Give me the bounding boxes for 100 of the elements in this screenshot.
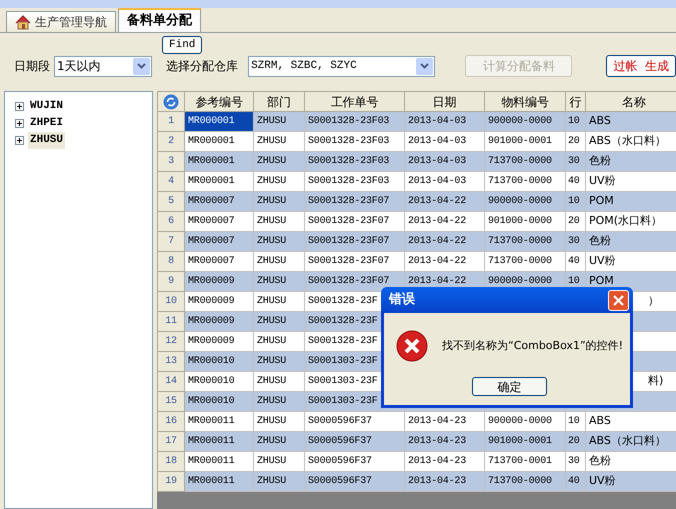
expand-icon[interactable] [15, 136, 24, 145]
row-number: 8 [158, 252, 184, 272]
table-cell: MR000011 [184, 432, 254, 452]
table-cell: 2013-04-23 [404, 472, 484, 492]
table-cell: 900000-0000 [484, 112, 566, 132]
table-cell: MR000011 [184, 452, 254, 472]
row-number: 16 [158, 412, 184, 432]
table-cell: UV粉 [586, 252, 676, 272]
table-cell: 713700-0000 [484, 232, 566, 252]
table-cell: S0001328-23F07 [304, 212, 404, 232]
close-button[interactable] [608, 290, 629, 310]
column-header[interactable]: 行 [566, 92, 586, 112]
table-cell: ZHUSU [254, 192, 304, 212]
table-cell: 2013-04-22 [404, 252, 484, 272]
table-cell: 2013-04-23 [404, 452, 484, 472]
table-cell: ZHUSU [254, 132, 304, 152]
expand-icon[interactable] [15, 102, 24, 111]
row-number: 10 [158, 292, 184, 312]
table-cell: ZHUSU [254, 252, 304, 272]
table-cell: MR000009 [184, 332, 254, 352]
tree-item[interactable]: WUJIN [28, 98, 66, 115]
row-number: 2 [158, 132, 184, 152]
row-number: 18 [158, 452, 184, 472]
table-cell: S0000596F37 [304, 472, 404, 492]
column-header[interactable]: 工作单号 [304, 92, 404, 112]
table-cell: ZHUSU [254, 272, 304, 292]
table-cell: ZHUSU [254, 112, 304, 132]
table-cell: S0001328-23F07 [304, 252, 404, 272]
table-cell: POM [586, 192, 676, 212]
table-cell: MR000007 [184, 232, 254, 252]
error-message: 找不到名称为“ComboBox1”的控件! [442, 338, 624, 354]
row-number: 19 [158, 472, 184, 492]
column-header[interactable]: 部门 [254, 92, 304, 112]
table-cell: S0000596F37 [304, 412, 404, 432]
table-cell: S0001328-23F07 [304, 232, 404, 252]
expand-icon[interactable] [15, 119, 24, 128]
row-number: 3 [158, 152, 184, 172]
row-number: 14 [158, 372, 184, 392]
table-cell: S0000596F37 [304, 432, 404, 452]
table-cell: 901000-0001 [484, 432, 566, 452]
table-cell: 色粉 [586, 232, 676, 252]
ok-button[interactable]: 确定 [472, 377, 547, 396]
row-number: 13 [158, 352, 184, 372]
table-cell: ABS [586, 412, 676, 432]
table-cell: 901000-0000 [484, 212, 566, 232]
table-cell: MR000010 [184, 352, 254, 372]
table-cell: ZHUSU [254, 232, 304, 252]
table-cell: S0001328-23F03 [304, 132, 404, 152]
table-cell: 色粉 [586, 152, 676, 172]
table-cell: MR000010 [184, 372, 254, 392]
dropdown-icon[interactable] [133, 58, 150, 74]
table-cell: 2013-04-22 [404, 212, 484, 232]
dropdown-icon[interactable] [416, 58, 434, 74]
table-cell: ZHUSU [254, 212, 304, 232]
column-header[interactable]: 日期 [404, 92, 484, 112]
table-cell: ZHUSU [254, 172, 304, 192]
refresh-icon[interactable] [158, 92, 184, 112]
field-label: 日期段 [14, 58, 50, 75]
table-cell: 20 [566, 132, 586, 152]
table-cell: 2013-04-22 [404, 232, 484, 252]
table-cell: UV粉 [586, 172, 676, 192]
table-cell: 10 [566, 192, 586, 212]
table-cell: ZHUSU [254, 412, 304, 432]
row-number: 12 [158, 332, 184, 352]
date-range-dropdown[interactable]: 1天以内 [54, 56, 152, 76]
table-cell: 2013-04-23 [404, 432, 484, 452]
post-button[interactable]: 过帐 生成 [606, 55, 676, 77]
table-cell: MR000009 [184, 292, 254, 312]
table-cell: 900000-0000 [484, 412, 566, 432]
find-button[interactable]: Find [162, 36, 202, 54]
table-cell: 2013-04-03 [404, 152, 484, 172]
row-number: 11 [158, 312, 184, 332]
table-cell: MR000001 [184, 132, 254, 152]
table-cell: 713700-0000 [484, 172, 566, 192]
column-header[interactable]: 物料编号 [484, 92, 566, 112]
table-cell: 30 [566, 232, 586, 252]
table-cell: 2013-04-03 [404, 132, 484, 152]
table-cell: 901000-0001 [484, 132, 566, 152]
table-cell: ZHUSU [254, 472, 304, 492]
table-cell: ZHUSU [254, 332, 304, 352]
table-cell: ZHUSU [254, 352, 304, 372]
tab[interactable]: 生产管理导航 [6, 11, 116, 32]
column-header[interactable]: 参考编号 [184, 92, 254, 112]
table-cell: MR000007 [184, 252, 254, 272]
table-cell: MR000009 [184, 272, 254, 292]
close-icon[interactable] [613, 294, 624, 306]
table-cell: 10 [566, 112, 586, 132]
row-number: 4 [158, 172, 184, 192]
table-cell: 2013-04-22 [404, 192, 484, 212]
row-number: 7 [158, 232, 184, 252]
table-cell: S0001328-23F07 [304, 192, 404, 212]
table-cell: MR000010 [184, 392, 254, 412]
tree-item[interactable]: ZHPEI [28, 115, 66, 132]
table-cell: ZHUSU [254, 372, 304, 392]
tab[interactable]: 备料单分配 [118, 8, 201, 32]
row-number: 5 [158, 192, 184, 212]
warehouse-dropdown[interactable]: SZRM, SZBC, SZYC [248, 56, 436, 76]
column-header[interactable]: 名称 [586, 92, 676, 112]
home-icon [15, 14, 31, 30]
tree-item[interactable]: ZHUSU [28, 132, 66, 149]
